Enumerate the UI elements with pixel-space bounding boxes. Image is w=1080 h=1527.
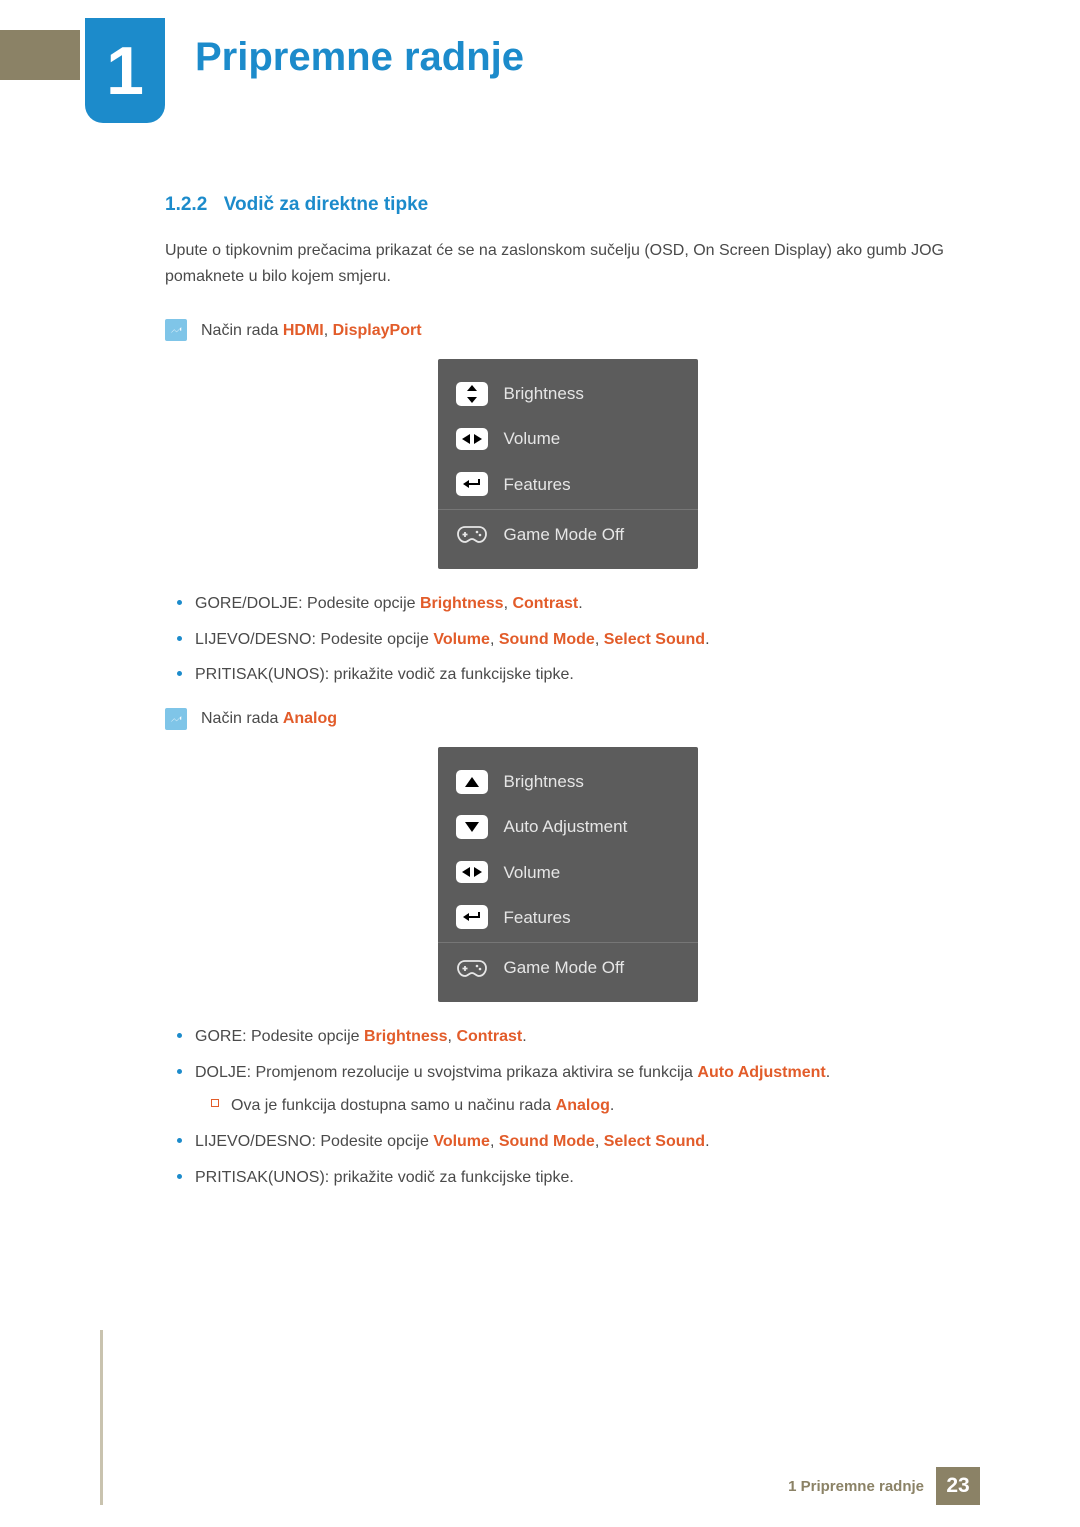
note-icon <box>165 708 187 730</box>
leftright-icon <box>456 861 488 883</box>
osd-panel-2: Brightness Auto Adjustment Volume <box>438 747 698 1002</box>
list-item: GORE: Podesite opcije Brightness, Contra… <box>195 1024 970 1050</box>
osd-label: Brightness <box>504 380 584 407</box>
note1-hl2: DisplayPort <box>333 322 422 339</box>
bullet-list-2: GORE: Podesite opcije Brightness, Contra… <box>165 1024 970 1190</box>
osd-panel-1: Brightness Volume Features <box>438 359 698 569</box>
bullet-list-1: GORE/DOLJE: Podesite opcije Brightness, … <box>165 591 970 688</box>
enter-icon <box>456 472 488 496</box>
section-intro: Upute o tipkovnim prečacima prikazat će … <box>165 238 970 289</box>
note1-prefix: Način rada <box>201 322 283 339</box>
section-number: 1.2.2 <box>165 194 207 215</box>
list-item: DOLJE: Promjenom rezolucije u svojstvima… <box>195 1060 970 1119</box>
chapter-number: 1 <box>106 32 144 110</box>
note1-hl1: HDMI <box>283 322 324 339</box>
list-item: LIJEVO/DESNO: Podesite opcije Volume, So… <box>195 1129 970 1155</box>
enter-icon <box>456 905 488 929</box>
list-item: PRITISAK(UNOS): prikažite vodič za funkc… <box>195 662 970 688</box>
down-icon <box>456 815 488 839</box>
section-header: 1.2.2 Vodič za direktne tipke <box>165 190 970 220</box>
list-item: GORE/DOLJE: Podesite opcije Brightness, … <box>195 591 970 617</box>
osd-row: Features <box>438 895 698 940</box>
note-hdmi-dp: Način rada HDMI, DisplayPort <box>165 318 970 344</box>
osd-row: Volume <box>438 850 698 895</box>
osd-label: Features <box>504 471 571 498</box>
up-icon <box>456 770 488 794</box>
note-analog: Način rada Analog <box>165 706 970 732</box>
page-footer: 1 Pripremne radnje 23 <box>788 1467 980 1505</box>
sub-list: Ova je funkcija dostupna samo u načinu r… <box>195 1093 970 1119</box>
note-text: Način rada Analog <box>201 706 337 732</box>
note-text: Način rada HDMI, DisplayPort <box>201 318 422 344</box>
osd-row: Brightness <box>438 759 698 804</box>
leftright-icon <box>456 428 488 450</box>
osd-row: Game Mode Off <box>438 512 698 557</box>
list-item: PRITISAK(UNOS): prikažite vodič za funkc… <box>195 1165 970 1191</box>
sub-list-item: Ova je funkcija dostupna samo u načinu r… <box>231 1093 970 1119</box>
list-item: LIJEVO/DESNO: Podesite opcije Volume, So… <box>195 627 970 653</box>
osd-row: Game Mode Off <box>438 945 698 990</box>
note-icon <box>165 319 187 341</box>
side-vertical-line <box>100 1330 103 1505</box>
chapter-number-tab: 1 <box>85 18 165 123</box>
updown-icon <box>456 382 488 406</box>
note2-prefix: Način rada <box>201 710 283 727</box>
osd-label: Game Mode Off <box>504 521 625 548</box>
footer-text: 1 Pripremne radnje <box>788 1478 924 1495</box>
osd-label: Volume <box>504 425 561 452</box>
osd-row: Brightness <box>438 371 698 416</box>
note1-sep: , <box>324 322 333 339</box>
osd-row: Auto Adjustment <box>438 804 698 849</box>
osd-label: Game Mode Off <box>504 954 625 981</box>
osd-row: Features <box>438 462 698 507</box>
note2-hl: Analog <box>283 710 337 727</box>
section-title: Vodič za direktne tipke <box>224 194 428 215</box>
osd-row: Volume <box>438 416 698 461</box>
osd-label: Features <box>504 904 571 931</box>
gamepad-icon <box>456 956 488 980</box>
osd-label: Auto Adjustment <box>504 813 628 840</box>
osd-label: Brightness <box>504 768 584 795</box>
gamepad-icon <box>456 522 488 546</box>
osd-label: Volume <box>504 859 561 886</box>
chapter-title: Pripremne radnje <box>195 35 524 80</box>
page-number: 23 <box>936 1467 980 1505</box>
